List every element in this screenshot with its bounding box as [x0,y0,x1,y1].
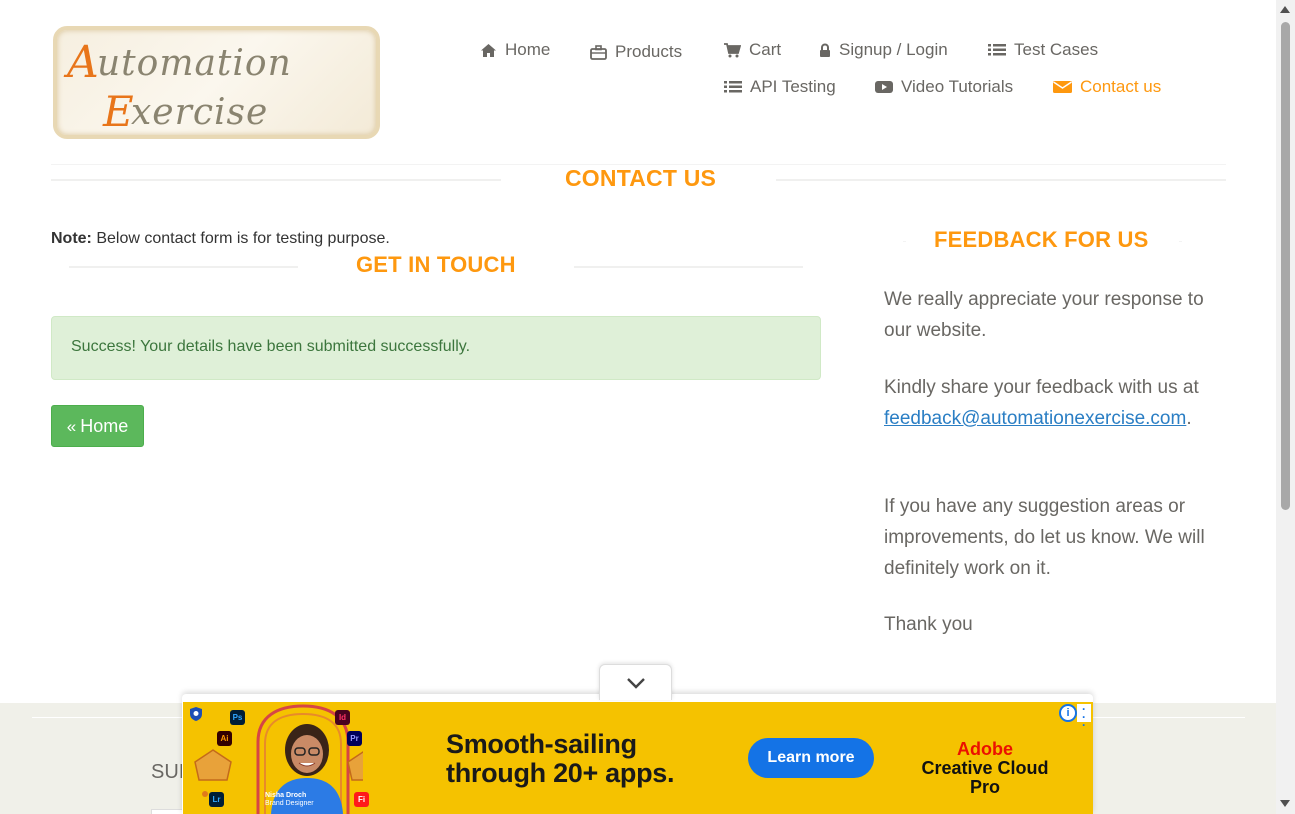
nav-test-cases[interactable]: Test Cases [988,38,1098,62]
ad-brand: Adobe Creative Cloud Pro [905,740,1065,797]
nav-api-testing[interactable]: API Testing [724,75,836,99]
feedback-email-link[interactable]: feedback@automationexercise.com [884,408,1186,429]
title-line-left [51,179,501,181]
cart-icon [724,42,741,57]
lightroom-icon: Lr [209,792,224,807]
feedback-paragraph-4: Thank you [884,614,973,635]
lock-icon [820,43,830,57]
feedback-paragraph-3: If you have any suggestion areas or impr… [884,496,1205,579]
svg-text:E: E [102,87,134,135]
feedback-paragraph-2-end: . [1186,408,1192,429]
nav-contact-us[interactable]: Contact us [1053,75,1161,99]
svg-text:utomation: utomation [97,43,292,84]
feedback-paragraph-2: Kindly share your feedback with us at fe… [884,372,1214,434]
nav-video-tutorials[interactable]: Video Tutorials [875,75,1013,99]
feedback-title: FEEDBACK FOR US [934,227,1149,252]
nav-video-tutorials-label: Video Tutorials [901,77,1014,96]
feedback-line-right [1179,241,1182,242]
nav-test-cases-label: Test Cases [1014,40,1099,59]
svg-text:xercise: xercise [131,92,268,133]
chevron-down-icon [626,677,645,689]
success-alert: Success! Your details have been submitte… [51,316,821,380]
home-icon [481,43,496,57]
ad-headline: Smooth-sailing through 20+ apps. [446,730,674,788]
ad-headline-line-2: through 20+ apps. [446,758,675,788]
ad-headline-line-1: Smooth-sailing [446,729,637,759]
get-in-touch-title: GET IN TOUCH [356,252,516,277]
ad-info-icon[interactable]: i [1059,704,1077,722]
envelope-icon [1053,81,1072,93]
ad-person-role: Brand Designer [265,800,314,807]
ad-collapse-toggle[interactable] [599,664,672,700]
nav-products[interactable]: Products [590,40,682,64]
form-note: Note: Below contact form is for testing … [51,230,390,248]
nav-cart-label: Cart [749,40,782,59]
feedback-line-left [903,241,906,242]
note-label: Note: [51,230,92,247]
get-in-touch-line-right [574,266,803,268]
nav-contact-us-label: Contact us [1080,77,1162,96]
firefly-icon: Fi [354,792,369,807]
nav-signup-login-label: Signup / Login [839,40,948,59]
feedback-paragraph-2-text: Kindly share your feedback with us at [884,377,1199,398]
feedback-paragraph-1: We really appreciate your response to ou… [884,289,1204,341]
logo-lettering: A utomation E xercise [63,37,292,135]
ad-person-name: Nisha Droch [265,792,307,799]
list-icon [724,81,742,93]
illustrator-icon: Ai [217,731,232,746]
svg-text:A: A [63,37,99,88]
scroll-down-arrow-icon[interactable] [1280,800,1290,807]
indesign-icon: Id [335,710,350,725]
home-button-label: Home [80,415,129,436]
nav-products-label: Products [615,42,683,61]
double-chevron-left-icon: « [66,416,77,436]
youtube-play-icon [875,81,893,93]
nav-home-label: Home [505,40,551,59]
scroll-up-arrow-icon[interactable] [1280,6,1290,13]
list-icon [988,44,1006,56]
site-logo[interactable]: A utomation E xercise [53,26,380,139]
page-scrollbar[interactable] [1276,0,1295,814]
nav-api-testing-label: API Testing [750,77,836,96]
home-button[interactable]: « Home [51,405,144,447]
premiere-icon: Pr [347,731,362,746]
subscription-heading: SUI [151,761,185,783]
title-line-right [776,179,1226,181]
photoshop-icon: Ps [230,710,245,725]
contact-us-title: CONTACT US [565,165,717,191]
success-message: Success! Your details have been submitte… [71,338,471,355]
scrollbar-thumb[interactable] [1281,22,1290,510]
nav-signup-login[interactable]: Signup / Login [819,38,948,62]
nav-cart[interactable]: Cart [724,38,781,62]
get-in-touch-line-left [69,266,298,268]
ad-banner[interactable]: Nisha Droch Brand Designer Ps Ai Lr Id P… [183,702,1093,814]
ad-options-icon[interactable]: · · · [1077,703,1091,731]
briefcase-icon [590,44,607,60]
ad-learn-more-button[interactable]: Learn more [748,738,874,778]
nav-home[interactable]: Home [480,38,550,62]
ad-brand-product: Creative Cloud Pro [921,758,1049,797]
ad-person-caption: Nisha Droch Brand Designer [265,792,314,808]
ad-brand-adobe: Adobe [957,739,1013,759]
note-text: Below contact form is for testing purpos… [91,230,390,247]
